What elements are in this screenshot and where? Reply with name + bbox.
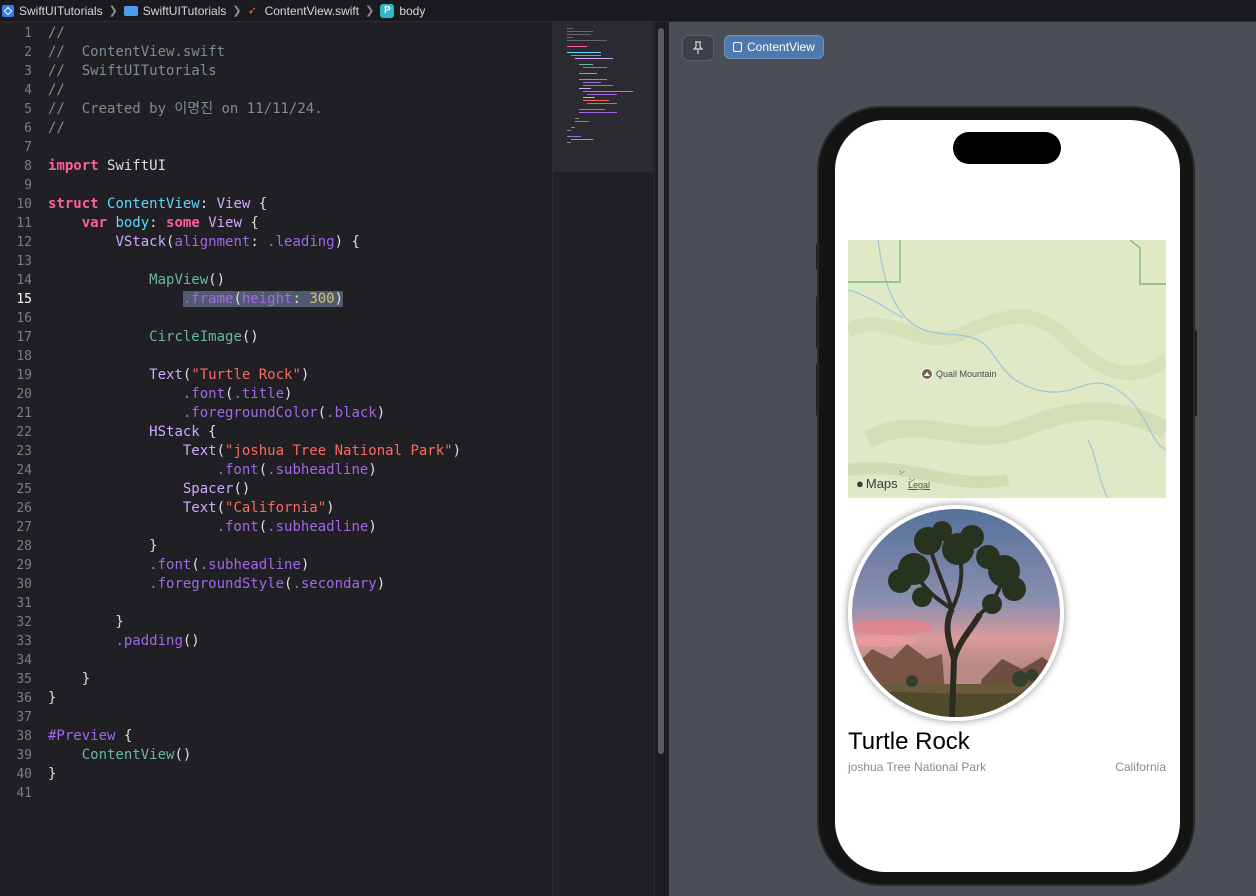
code-line-contentview-call: ContentView() [81, 747, 192, 763]
line-number: 18 [16, 349, 32, 364]
property-badge-icon: P [380, 3, 395, 18]
breadcrumb-file-label: ContentView.swift [264, 3, 360, 18]
window-icon [733, 42, 742, 52]
breadcrumb: SwiftUITutorials ❯ SwiftUITutorials ❯ ➶ … [0, 0, 1256, 22]
line-number: 41 [16, 786, 32, 801]
code-line-close: } [48, 690, 57, 706]
code-line-vstack: VStack(alignment: .leading) { [115, 234, 360, 250]
code-line-padding: .padding() [115, 633, 200, 649]
joshua-tree-photo [852, 509, 1060, 717]
code-line-struct: struct ContentView: View { [48, 196, 268, 212]
code-line-import: import SwiftUI [48, 158, 167, 174]
line-number: 13 [16, 254, 32, 269]
chevron-right-icon: ❯ [108, 5, 118, 17]
code-line-font-subheadline: .font(.subheadline) [216, 519, 377, 535]
code-line-text-state: Text("California") [182, 500, 335, 516]
pin-icon [692, 40, 704, 54]
code-line-close: } [48, 614, 124, 630]
map-terrain: -/ -/ [848, 240, 1166, 498]
line-number: 9 [24, 178, 32, 193]
swift-file-icon: ➶ [247, 4, 257, 17]
code-line-circleimage: CircleImage() [149, 329, 259, 345]
code-line-hstack-font: .font(.subheadline) [149, 557, 310, 573]
breadcrumb-folder[interactable]: SwiftUITutorials [123, 3, 227, 18]
line-number: 34 [16, 653, 32, 668]
map-poi-label: Quail Mountain [936, 369, 997, 379]
map-legal-link[interactable]: Legal [908, 480, 930, 490]
code-line-font-subheadline: .font(.subheadline) [216, 462, 377, 478]
landmark-park: joshua Tree National Park [848, 760, 987, 774]
code-line-hstack: HStack { [149, 424, 217, 440]
landmark-state: California [1115, 760, 1166, 774]
code-line-close: } [48, 671, 91, 687]
line-number: 16 [16, 311, 32, 326]
landmark-title: Turtle Rock [848, 728, 970, 755]
minimap-visible-region[interactable] [553, 22, 653, 172]
editor-scrollbar-thumb[interactable] [658, 28, 664, 754]
preview-contentview-label: ContentView [747, 40, 815, 54]
preview-canvas[interactable]: ContentView -/ -/ Quail Mountain ● Maps … [669, 22, 1256, 896]
code-comment: // [48, 120, 65, 136]
code-editor[interactable]: 1 2 3 4 5 6 7 8 9 10 11 12 13 14 15 16 17 18 19 20 21 22 23 24 2… [0, 22, 552, 896]
code-comment: // ContentView.swift [48, 44, 226, 60]
code-line-close: } [48, 766, 57, 782]
breadcrumb-symbol[interactable]: P body [380, 3, 426, 18]
breadcrumb-file[interactable]: ➶ ContentView.swift [248, 4, 360, 18]
line-number: 37 [16, 710, 32, 725]
code-line-close: } [48, 538, 158, 554]
code-line-frame: .frame(height: 300) [182, 291, 344, 307]
code-comment: // Created by 이명진 on 11/11/24. [48, 101, 323, 117]
apple-maps-label: Maps [865, 476, 898, 491]
map-poi[interactable]: Quail Mountain [921, 368, 997, 380]
code-comment: // SwiftUITutorials [48, 63, 217, 79]
minimap[interactable] [552, 22, 655, 896]
code-comment: // [48, 82, 65, 98]
code-line-text-title: Text("Turtle Rock") [149, 367, 310, 383]
code-line-text-park: Text("joshua Tree National Park") [182, 443, 462, 459]
code-line-spacer: Spacer() [182, 481, 251, 497]
line-number: 7 [24, 140, 32, 155]
apple-logo-icon: ● [856, 476, 864, 491]
circle-image [848, 505, 1064, 721]
mountain-icon [921, 368, 933, 380]
pin-preview-button[interactable] [682, 35, 714, 61]
breadcrumb-project-label: SwiftUITutorials [19, 3, 103, 18]
dynamic-island [953, 132, 1061, 164]
breadcrumb-symbol-label: body [399, 3, 426, 18]
code-line-foreground-style: .foregroundStyle(.secondary) [149, 576, 386, 592]
code-line-mapview: MapView() [149, 272, 226, 288]
code-line-preview: #Preview { [48, 728, 133, 744]
map-view[interactable]: -/ -/ Quail Mountain ● Maps Legal [848, 240, 1166, 498]
code-comment: // [48, 25, 65, 41]
iphone-screen: -/ -/ Quail Mountain ● Maps Legal Turtle… [835, 120, 1180, 872]
line-number: 31 [16, 596, 32, 611]
breadcrumb-project[interactable]: SwiftUITutorials [2, 4, 103, 18]
code-line-font-title: .font(.title) [182, 386, 293, 402]
code-line-foreground-color: .foregroundColor(.black) [182, 405, 386, 421]
editor-scrollbar[interactable] [654, 22, 669, 896]
preview-contentview-button[interactable]: ContentView [724, 35, 824, 59]
folder-icon [123, 5, 138, 16]
chevron-right-icon: ❯ [365, 5, 375, 17]
xcode-app-icon [2, 4, 14, 17]
code-line-body: var body: some View { [81, 215, 259, 231]
apple-maps-logo: ● Maps [856, 476, 898, 491]
phone-power-button [1193, 330, 1197, 416]
chevron-right-icon: ❯ [232, 5, 242, 17]
breadcrumb-folder-label: SwiftUITutorials [142, 3, 227, 18]
